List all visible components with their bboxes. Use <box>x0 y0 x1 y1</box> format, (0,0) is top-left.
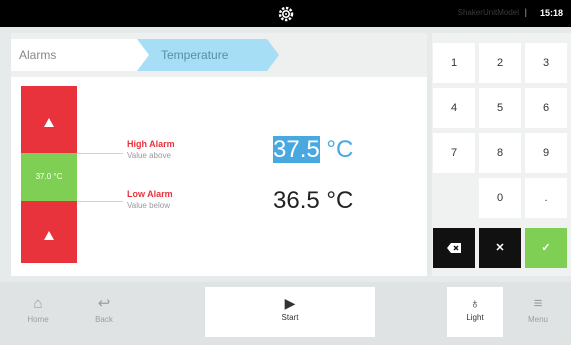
start-button[interactable]: ▶ Start <box>205 287 375 337</box>
low-alarm-field[interactable]: 36.5 °C <box>273 187 353 215</box>
play-icon: ▶ <box>284 295 296 311</box>
model-name: ShakerUnitModel <box>457 8 519 17</box>
low-alarm-zone <box>21 201 77 263</box>
key-9[interactable]: 9 <box>525 133 567 173</box>
breadcrumb-alarms[interactable]: Alarms <box>11 39 149 71</box>
home-icon: ⌂ <box>33 295 43 312</box>
close-icon: ✕ <box>495 242 505 254</box>
alarm-panel: Alarms Temperature 37.0 °C High Alarm Va… <box>11 33 427 276</box>
breadcrumb: Alarms Temperature <box>11 33 427 77</box>
low-alarm-unit: °C <box>326 187 354 214</box>
low-alarm-value[interactable]: 36.5 <box>273 187 320 214</box>
key-3[interactable]: 3 <box>525 43 567 83</box>
breadcrumb-temperature[interactable]: Temperature <box>137 39 279 71</box>
high-alarm-zone <box>21 86 77 153</box>
menu-button[interactable]: ≡ Menu <box>510 289 566 337</box>
key-5[interactable]: 5 <box>479 88 521 128</box>
hamburger-icon: ≡ <box>533 295 543 312</box>
clock: 15:18 <box>539 8 563 18</box>
status-separator: | <box>524 7 527 17</box>
backspace-icon <box>447 243 461 254</box>
key-6[interactable]: 6 <box>525 88 567 128</box>
bottom-navigation: ⌂ Home ↩ Back ▶ Start ♁ Light ≡ Menu <box>0 282 571 345</box>
home-label: Home <box>27 315 49 324</box>
high-alarm-field[interactable]: 37.5 °C <box>273 136 353 164</box>
key-8[interactable]: 8 <box>479 133 521 173</box>
high-alarm-line <box>77 153 123 154</box>
clear-button[interactable]: ✕ <box>479 228 521 268</box>
backspace-button[interactable] <box>433 228 475 268</box>
gear-icon[interactable] <box>276 4 296 24</box>
low-alarm-line <box>77 201 123 202</box>
home-button[interactable]: ⌂ Home <box>10 289 66 337</box>
numeric-keypad: 1 2 3 4 5 6 7 8 9 0 . ✕ ✓ <box>432 33 571 276</box>
menu-label: Menu <box>527 315 548 324</box>
light-label: Light <box>466 313 484 322</box>
high-alarm-subtitle: Value above <box>127 151 171 160</box>
warning-icon <box>44 118 54 127</box>
start-label: Start <box>281 313 299 322</box>
back-button[interactable]: ↩ Back <box>76 289 132 337</box>
back-arrow-icon: ↩ <box>97 295 111 312</box>
breadcrumb-alarms-label: Alarms <box>19 48 57 62</box>
check-icon: ✓ <box>541 242 551 254</box>
current-value-zone: 37.0 °C <box>21 153 77 201</box>
status-bar: ShakerUnitModel | 15:18 <box>0 0 571 27</box>
lightbulb-icon: ♁ <box>469 295 481 311</box>
key-0[interactable]: 0 <box>479 178 521 218</box>
confirm-button[interactable]: ✓ <box>525 228 567 268</box>
light-button[interactable]: ♁ Light <box>447 287 503 337</box>
breadcrumb-temperature-label: Temperature <box>161 48 229 62</box>
high-alarm-unit: °C <box>326 136 354 163</box>
warning-icon <box>44 231 54 240</box>
high-alarm-title: High Alarm <box>127 139 175 149</box>
key-7[interactable]: 7 <box>433 133 475 173</box>
key-decimal[interactable]: . <box>525 178 567 218</box>
high-alarm-value[interactable]: 37.5 <box>273 136 320 163</box>
low-alarm-title: Low Alarm <box>127 189 173 199</box>
key-4[interactable]: 4 <box>433 88 475 128</box>
low-alarm-subtitle: Value below <box>127 201 170 210</box>
key-2[interactable]: 2 <box>479 43 521 83</box>
back-label: Back <box>95 315 113 324</box>
key-1[interactable]: 1 <box>433 43 475 83</box>
